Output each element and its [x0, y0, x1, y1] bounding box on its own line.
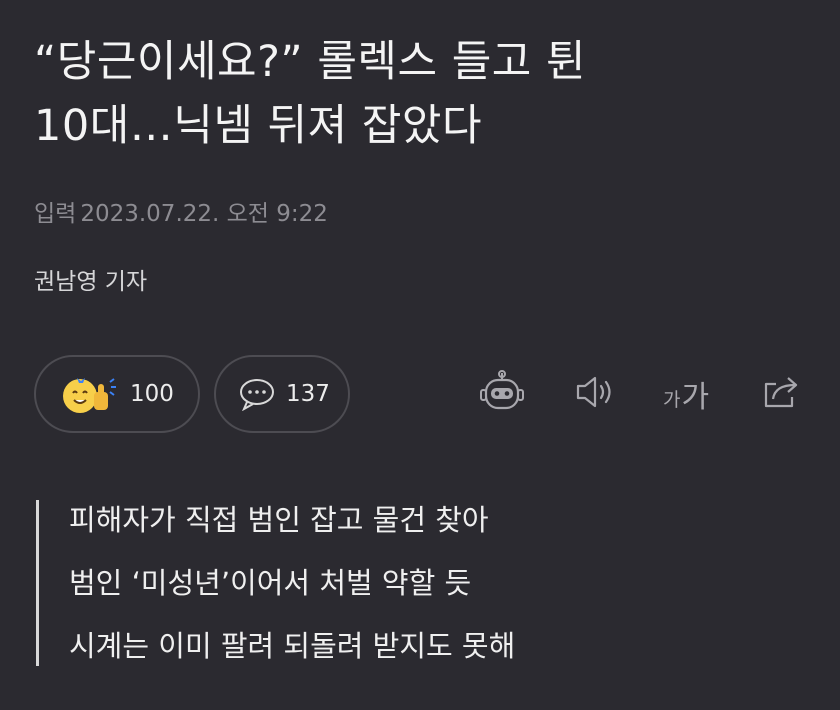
- speech-bubble-icon: [238, 377, 276, 411]
- publish-info: 입력 2023.07.22. 오전 9:22: [34, 194, 328, 228]
- reporter-byline[interactable]: 권남영 기자: [34, 262, 147, 296]
- share-button[interactable]: [756, 372, 804, 416]
- speaker-icon: [572, 372, 616, 416]
- headline-line-2: 10대…닉넴 뒤져 잡았다: [34, 101, 483, 151]
- smiley-thumbs-up-icon: [60, 372, 120, 416]
- summary-line: 시계는 이미 팔려 되돌려 받지도 못해: [69, 629, 516, 663]
- published-datetime: 2023.07.22. 오전 9:22: [80, 201, 328, 227]
- font-size-large-glyph: 가: [681, 380, 710, 415]
- reaction-count: 100: [130, 381, 174, 407]
- font-size-button[interactable]: 가가: [658, 372, 714, 416]
- summary-line: 피해자가 직접 범인 잡고 물건 찾아: [69, 503, 489, 537]
- article-headline: “당근이세요?” 롤렉스 들고 튄 10대…닉넴 뒤져 잡았다: [34, 30, 814, 158]
- text-to-speech-button[interactable]: [570, 372, 618, 416]
- comments-button[interactable]: 137: [214, 355, 350, 433]
- font-size-small-glyph: 가: [662, 388, 681, 411]
- article-summary: 피해자가 직접 범인 잡고 물건 찾아 범인 ‘미성년’이어서 처벌 약할 듯 …: [36, 500, 515, 666]
- headline-line-1: “당근이세요?” 롤렉스 들고 튄: [34, 37, 587, 87]
- summary-line: 범인 ‘미성년’이어서 처벌 약할 듯: [69, 566, 472, 600]
- summary-bot-button[interactable]: [476, 370, 528, 418]
- share-icon: [759, 372, 801, 416]
- published-label: 입력: [34, 201, 77, 227]
- comment-count: 137: [286, 381, 330, 407]
- reaction-button[interactable]: 100: [34, 355, 200, 433]
- robot-icon: [477, 370, 527, 418]
